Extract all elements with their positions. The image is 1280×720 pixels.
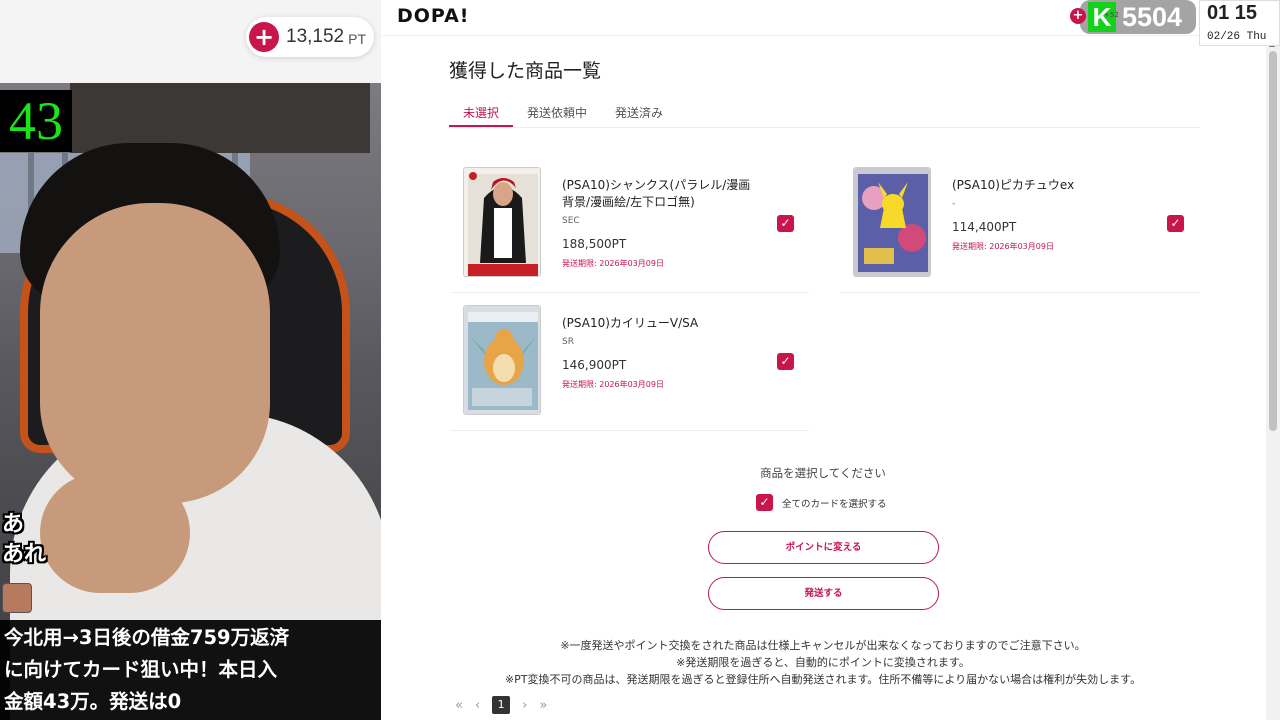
streamer-face xyxy=(40,203,270,503)
item-info: (PSA10)ピカチュウex - 114,400PT 発送期限: 2026年03… xyxy=(952,177,1152,252)
status-tabs: 未選択 発送依頼中 発送済み xyxy=(449,104,1200,128)
item-info: (PSA10)カイリューV/SA SR 146,900PT 発送期限: 2026… xyxy=(562,315,762,390)
notice-text: ※一度発送やポイント交換をされた商品は仕様上キャンセルが出来なくなっておりますの… xyxy=(560,639,1086,652)
item-price: 146,900PT xyxy=(562,358,627,372)
item-checkbox[interactable]: ✓ xyxy=(777,353,794,370)
ship-button[interactable]: 発送する xyxy=(708,577,939,610)
chat-message: あれ xyxy=(2,542,47,567)
item-rarity: SR xyxy=(562,337,574,347)
browser-viewport: DOPA! 獲得した商品一覧 未選択 発送依頼中 発送済み (PSA10)シャン… xyxy=(381,0,1280,720)
item-price: 188,500PT xyxy=(562,237,627,251)
banner-line: 金額43万。発送は0 xyxy=(4,690,182,713)
select-all-checkbox[interactable]: ✓ xyxy=(756,494,773,511)
timer-counter: 43 xyxy=(0,90,72,152)
card-image-dragonite xyxy=(463,305,541,415)
clock-time: 01 15 xyxy=(1207,2,1258,24)
points-value: 13,152 xyxy=(286,26,345,47)
banner-line: 今北用→3日後の借金759万返済 xyxy=(4,626,290,649)
card-image-shanks xyxy=(463,167,541,277)
select-all-label[interactable]: 全てのカードを選択する xyxy=(782,496,887,510)
tab-shipping-requested[interactable]: 発送依頼中 xyxy=(513,104,601,127)
select-prompt: 商品を選択してください xyxy=(760,466,886,480)
select-all-row[interactable]: ✓ 全てのカードを選択する xyxy=(756,494,887,511)
convert-to-points-button[interactable]: ポイントに変える xyxy=(708,531,939,564)
prev-page-button[interactable]: ‹ xyxy=(475,698,480,713)
card-image-pikachu xyxy=(853,167,931,277)
item-deadline: 発送期限: 2026年03月09日 xyxy=(952,242,1054,251)
stream-banner: 今北用→3日後の借金759万返済 に向けてカード狙い中！本日入 金額43万。発送… xyxy=(0,620,381,720)
item-rarity: - xyxy=(952,199,956,209)
last-page-button[interactable]: » xyxy=(539,698,547,713)
item-info: (PSA10)シャンクス(パラレル/漫画背景/漫画絵/左下ロゴ無) SEC 18… xyxy=(562,177,762,269)
notice-text: ※PT変換不可の商品は、発送期限を過ぎると登録住所へ自動発送されます。住所不備等… xyxy=(504,673,1142,686)
tab-unselected[interactable]: 未選択 xyxy=(449,104,514,127)
points-pill: + 13,152 PT xyxy=(246,17,374,57)
background-shape xyxy=(70,83,370,153)
next-page-button[interactable]: › xyxy=(522,698,527,713)
chat-overlay: あ あれ xyxy=(0,510,381,570)
notice-text: ※発送期限を過ぎると、自動的にポイントに変換されます。 xyxy=(676,656,970,669)
item-name: (PSA10)シャンクス(パラレル/漫画背景/漫画絵/左下ロゴ無) xyxy=(562,178,751,209)
item-name: (PSA10)ピカチュウex xyxy=(952,178,1075,192)
site-logo[interactable]: DOPA! xyxy=(397,5,469,27)
banner-line: に向けてカード狙い中！本日入 xyxy=(4,658,278,681)
item-deadline: 発送期限: 2026年03月09日 xyxy=(562,259,664,268)
hud-counter-value: 5504 xyxy=(1122,2,1183,32)
scrollbar-thumb[interactable] xyxy=(1269,51,1277,431)
clock-widget: 01 15 02/26 Thu xyxy=(1199,0,1280,46)
clock-date: 02/26 Thu xyxy=(1207,31,1267,43)
points-unit: PT xyxy=(348,31,367,47)
item-deadline: 発送期限: 2026年03月09日 xyxy=(562,380,664,389)
chat-message: あ xyxy=(2,512,25,537)
plus-icon: + xyxy=(1070,8,1086,24)
tab-shipped[interactable]: 発送済み xyxy=(601,104,677,127)
item-checkbox[interactable]: ✓ xyxy=(1167,215,1184,232)
item-checkbox[interactable]: ✓ xyxy=(777,215,794,232)
plus-icon: + xyxy=(249,22,279,52)
stream-overlay: + 13,152 PT 43 あ あれ 今北用→3日後の借金759万返済 に向け… xyxy=(0,0,381,720)
scrollbar[interactable]: ▲ xyxy=(1266,37,1280,720)
item-name: (PSA10)カイリューV/SA xyxy=(562,316,699,330)
item-price: 114,400PT xyxy=(952,220,1017,234)
current-page[interactable]: 1 xyxy=(492,696,511,714)
item-card[interactable]: (PSA10)シャンクス(パラレル/漫画背景/漫画絵/左下ロゴ無) SEC 18… xyxy=(451,155,809,293)
first-page-button[interactable]: « xyxy=(455,698,463,713)
page-title: 獲得した商品一覧 xyxy=(449,60,602,82)
hud-small-text: +52 xyxy=(1104,11,1119,19)
item-card[interactable]: (PSA10)ピカチュウex - 114,400PT 発送期限: 2026年03… xyxy=(841,155,1199,293)
item-rarity: SEC xyxy=(562,216,580,226)
chat-avatar xyxy=(2,583,32,613)
pagination: « ‹ 1 › » xyxy=(455,696,559,714)
item-card[interactable]: (PSA10)カイリューV/SA SR 146,900PT 発送期限: 2026… xyxy=(451,293,809,431)
